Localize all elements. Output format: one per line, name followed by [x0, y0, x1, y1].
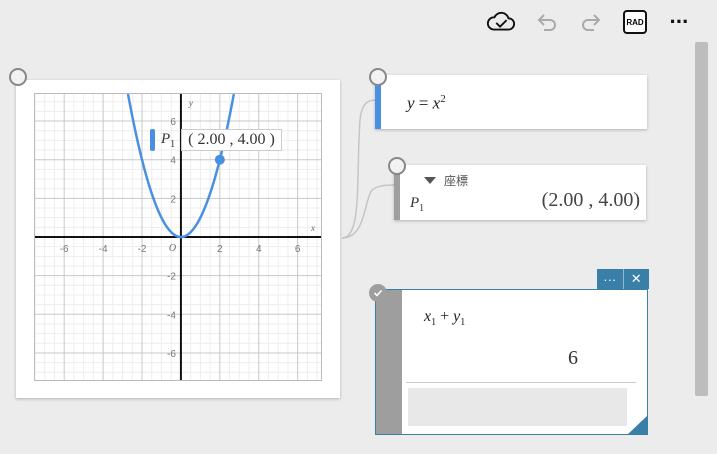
point-p1[interactable]	[214, 154, 225, 165]
point-p1-letter: P	[161, 130, 171, 147]
point-p1-name: P1	[161, 131, 175, 150]
point-p1-subscript: 1	[170, 138, 176, 150]
graph-card-handle[interactable]	[9, 68, 27, 86]
check-icon-graphic	[373, 289, 383, 297]
y-axis-label: y	[188, 98, 193, 108]
calc-card-tabs: ··· ✕	[597, 269, 649, 289]
y-tick-label: -2	[167, 272, 176, 283]
coordinate-title: 座標	[444, 174, 469, 188]
cloud-check-icon-graphic	[486, 11, 515, 31]
y-tick-label: 4	[170, 156, 176, 167]
x-axis-label: x	[310, 223, 315, 233]
calc-color-bar	[376, 290, 402, 434]
calc-result: 6	[568, 347, 578, 369]
x-tick-label: 2	[217, 244, 223, 255]
redo-icon-graphic	[582, 14, 601, 31]
origin-label: O	[169, 243, 176, 254]
more-icon[interactable]: ···	[664, 8, 694, 36]
scrollbar-thumb[interactable]	[695, 42, 708, 396]
angle-mode-button[interactable]: RAD	[620, 8, 650, 36]
function-equals: =	[414, 93, 433, 113]
calc-close-button[interactable]: ✕	[622, 269, 650, 289]
undo-icon[interactable]	[532, 8, 562, 36]
angle-mode-label: RAD	[623, 10, 647, 34]
function-expression: y = x2	[407, 93, 446, 114]
coordinate-card-handle[interactable]	[388, 157, 406, 175]
calc-term2-sub: 1	[460, 317, 466, 329]
more-icon-glyph: ···	[669, 9, 690, 34]
cloud-check-icon[interactable]	[486, 8, 516, 36]
coordinate-point-letter: P	[410, 195, 420, 211]
x-tick-label: 4	[256, 244, 262, 255]
undo-icon-graphic	[537, 14, 556, 31]
coordinate-value: (2.00 , 4.00)	[541, 189, 640, 211]
coordinate-point-name: P1	[410, 195, 424, 214]
function-card-handle[interactable]	[369, 68, 387, 86]
collapse-triangle-icon[interactable]	[424, 177, 436, 184]
calc-divider	[406, 382, 636, 383]
x-tick-label: -2	[138, 244, 147, 255]
point-p1-label[interactable]: P1 ( 2.00 , 4.00 )	[150, 127, 282, 153]
calc-more-button[interactable]: ···	[597, 269, 623, 289]
function-lhs: y	[407, 93, 415, 113]
point-p1-color-bar	[150, 129, 155, 151]
y-tick-label: -4	[167, 310, 176, 321]
y-tick-label: 2	[170, 194, 176, 205]
check-icon[interactable]	[369, 284, 387, 302]
point-p1-coords: ( 2.00 , 4.00 )	[181, 129, 282, 151]
coordinate-header[interactable]: 座標	[424, 172, 468, 189]
coordinate-point-subscript: 1	[419, 203, 425, 214]
function-card[interactable]: y = x2	[375, 75, 647, 129]
x-tick-label: 6	[295, 244, 301, 255]
x-tick-label: -4	[99, 244, 108, 255]
calc-expression: x1 + y1	[424, 308, 465, 328]
calc-input[interactable]	[408, 388, 627, 426]
calc-card[interactable]: x1 + y1 6	[375, 289, 648, 435]
coordinate-card[interactable]: 座標 P1 (2.00 , 4.00)	[394, 165, 646, 220]
x-tick-label: -6	[60, 244, 69, 255]
calc-operator: +	[436, 308, 454, 325]
redo-icon[interactable]	[576, 8, 606, 36]
function-exponent: 2	[440, 93, 446, 105]
resize-handle[interactable]	[627, 416, 647, 435]
y-tick-label: -6	[167, 349, 176, 360]
